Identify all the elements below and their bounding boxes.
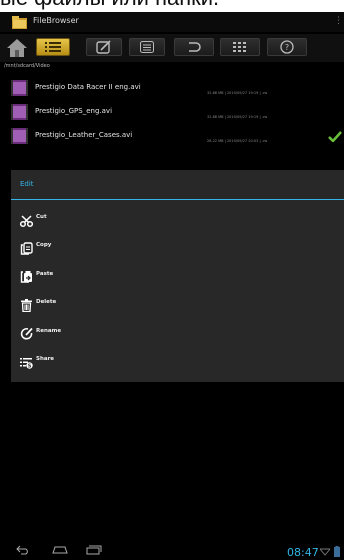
menu-item-label: Rename bbox=[36, 328, 62, 334]
svg-text:S: S bbox=[28, 363, 32, 369]
help-button[interactable]: ? bbox=[267, 38, 307, 56]
menu-item-label: Delete bbox=[36, 299, 57, 305]
svg-text:?: ? bbox=[285, 43, 289, 52]
file-meta: 28.22 MB | 2010/09/27 20:03 | -rw bbox=[207, 139, 268, 143]
grid-icon bbox=[233, 42, 246, 52]
edit-button[interactable] bbox=[86, 38, 122, 56]
rename-icon bbox=[20, 327, 33, 340]
help-icon: ? bbox=[280, 40, 294, 54]
file-name: Prestigio_GPS_eng.avi bbox=[35, 107, 113, 115]
video-file-icon bbox=[11, 104, 28, 120]
copy-icon bbox=[20, 242, 33, 255]
undo-icon bbox=[189, 42, 201, 52]
trash-icon bbox=[21, 299, 32, 312]
dialog-divider bbox=[11, 199, 344, 200]
paste-icon bbox=[20, 271, 32, 283]
video-file-icon bbox=[11, 128, 28, 144]
scissors-icon bbox=[20, 215, 33, 228]
file-row[interactable]: Prestigio_GPS_eng.avi 32.88 MB | 2010/09… bbox=[0, 102, 344, 125]
recent-apps-icon[interactable] bbox=[86, 545, 102, 555]
edit-icon bbox=[96, 40, 111, 54]
file-row[interactable]: Prestigio_Leather_Cases.avi 28.22 MB | 2… bbox=[0, 126, 344, 149]
list-icon bbox=[45, 42, 61, 52]
menu-item-label: Cut bbox=[36, 214, 47, 220]
menu-item-copy[interactable] bbox=[11, 234, 344, 262]
text-icon bbox=[140, 41, 154, 53]
file-meta: 32.68 MB | 2010/09/27 19:19 | -rw bbox=[207, 91, 268, 95]
back-icon[interactable] bbox=[16, 545, 30, 555]
menu-item-label: Paste bbox=[36, 271, 54, 277]
menu-item-cut[interactable] bbox=[11, 206, 344, 234]
checkmark-icon[interactable] bbox=[328, 131, 342, 142]
video-file-icon bbox=[11, 80, 28, 96]
file-name: Prestigio Data Racer II eng.avi bbox=[35, 83, 141, 91]
clock: 08:47 bbox=[287, 546, 319, 559]
share-icon: S bbox=[20, 358, 33, 369]
wifi-icon bbox=[320, 548, 330, 556]
file-meta: 32.88 MB | 2010/09/27 19:19 | -rw bbox=[207, 115, 268, 119]
overflow-menu-icon[interactable]: ⋮ bbox=[334, 16, 343, 26]
list-view-button[interactable] bbox=[36, 38, 70, 56]
home-icon[interactable] bbox=[6, 38, 28, 58]
caption-banner: ые файлы или папки. bbox=[0, 0, 344, 12]
menu-item-paste[interactable] bbox=[11, 262, 344, 290]
menu-item-label: Copy bbox=[36, 242, 52, 248]
battery-icon bbox=[334, 546, 340, 557]
dialog-title: Edit bbox=[20, 180, 34, 188]
app-title: FileBrowser bbox=[33, 16, 79, 25]
caption-text: ые файлы или папки. bbox=[0, 0, 219, 9]
grid-view-button[interactable] bbox=[220, 38, 260, 56]
menu-item-label: Share bbox=[36, 356, 55, 362]
back-button[interactable] bbox=[174, 38, 214, 56]
home-nav-icon[interactable] bbox=[52, 545, 68, 555]
file-name: Prestigio_Leather_Cases.avi bbox=[35, 131, 133, 139]
folder-icon bbox=[12, 16, 27, 29]
menu-item-share[interactable] bbox=[11, 347, 344, 375]
current-path: /mnt/sdcard/Video bbox=[4, 63, 50, 69]
menu-item-delete[interactable] bbox=[11, 291, 344, 319]
file-row[interactable]: Prestigio Data Racer II eng.avi 32.68 MB… bbox=[0, 78, 344, 101]
text-view-button[interactable] bbox=[129, 38, 165, 56]
